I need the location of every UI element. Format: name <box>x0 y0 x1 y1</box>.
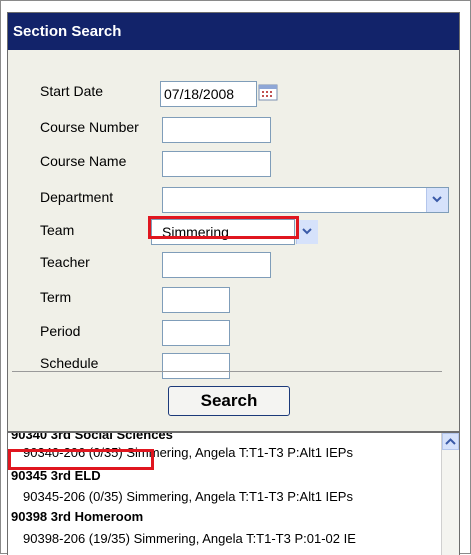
start-date-input[interactable]: 07/18/2008 <box>160 81 257 107</box>
team-label: Team <box>40 222 75 238</box>
teacher-label: Teacher <box>40 254 90 270</box>
calendar-icon[interactable] <box>258 83 279 101</box>
section-search-panel: Section Search Start Date 07/18/2008 Cou… <box>7 12 460 432</box>
course-number-label: Course Number <box>40 119 139 135</box>
term-label: Term <box>40 289 72 305</box>
department-label: Department <box>40 189 114 205</box>
list-item-section[interactable]: 90398-206 (19/35) Simmering, Angela T:T1… <box>23 531 356 546</box>
form-divider <box>12 371 442 372</box>
course-name-label: Course Name <box>40 153 127 169</box>
course-name-input[interactable] <box>162 151 271 177</box>
chevron-down-icon[interactable] <box>296 220 318 244</box>
chevron-down-icon[interactable] <box>426 188 448 212</box>
department-select[interactable] <box>162 187 449 213</box>
list-item-course[interactable]: 90398 3rd Homeroom <box>11 509 143 524</box>
results-scrollbar[interactable] <box>441 433 459 555</box>
course-highlight <box>8 449 154 470</box>
search-button[interactable]: Search <box>168 386 290 416</box>
schedule-label: Schedule <box>40 355 99 371</box>
period-input[interactable] <box>162 320 230 346</box>
list-item-course[interactable]: 90345 3rd ELD <box>11 468 101 483</box>
schedule-input[interactable] <box>162 353 230 379</box>
list-item-section[interactable]: 90345-206 (0/35) Simmering, Angela T:T1-… <box>23 489 353 504</box>
results-list[interactable]: 90340 3rd Social Sciences 90340-206 (0/3… <box>7 432 460 555</box>
scroll-up-button[interactable] <box>442 433 459 450</box>
start-date-label: Start Date <box>40 83 104 99</box>
chevron-up-icon <box>445 438 456 445</box>
period-label: Period <box>40 323 81 339</box>
team-highlight <box>148 216 299 239</box>
term-input[interactable] <box>162 287 230 313</box>
course-number-input[interactable] <box>162 117 271 143</box>
teacher-input[interactable] <box>162 252 271 278</box>
list-item-course[interactable]: 90340 3rd Social Sciences <box>11 433 173 442</box>
panel-title: Section Search <box>8 13 459 50</box>
